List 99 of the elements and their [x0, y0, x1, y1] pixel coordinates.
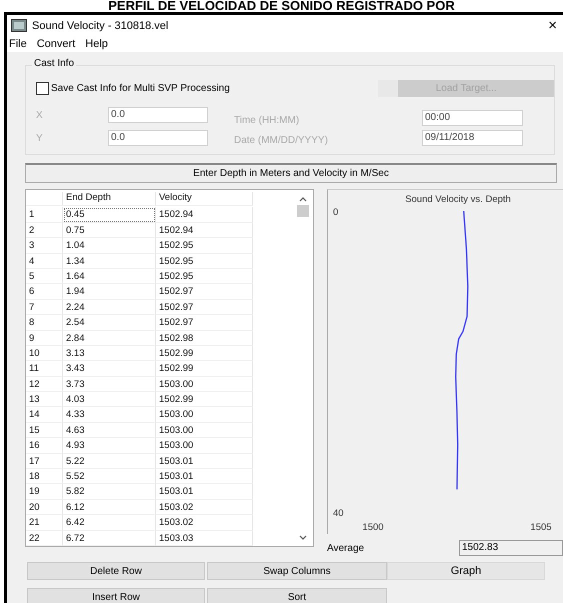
- row-number: 1: [26, 207, 63, 223]
- row-number: 11: [26, 361, 63, 377]
- window-title: Sound Velocity - 310818.vel: [32, 20, 170, 32]
- row-number: 21: [26, 515, 63, 531]
- field-label: Time (HH:MM): [234, 115, 300, 126]
- table-cell[interactable]: 1502.95: [156, 268, 253, 284]
- table-cell[interactable]: 6.42: [63, 515, 156, 531]
- table-cell[interactable]: 1503.01: [156, 454, 253, 470]
- scroll-down-icon[interactable]: [298, 534, 308, 542]
- table-cell[interactable]: 6.72: [63, 530, 156, 546]
- scroll-up-icon[interactable]: [298, 195, 308, 203]
- table-cell[interactable]: 2.24: [63, 300, 156, 316]
- table-cell[interactable]: 3.43: [63, 361, 156, 377]
- menu-item[interactable]: Help: [85, 38, 108, 50]
- row-number: 2: [26, 222, 63, 238]
- action-button[interactable]: Sort: [207, 588, 387, 603]
- row-number: 18: [26, 469, 63, 484]
- row-number: 9: [26, 330, 63, 346]
- page-heading: PERFIL DE VELOCIDAD DE SONIDO REGISTRADO POR: [107, 0, 456, 12]
- row-number: 15: [26, 422, 63, 438]
- table-cell[interactable]: 1502.99: [156, 361, 253, 377]
- row-number: 13: [26, 392, 63, 408]
- axis-label: 0: [333, 207, 338, 218]
- average-label: Average: [327, 542, 364, 554]
- table-cell[interactable]: 6.12: [63, 500, 156, 516]
- group-title: Cast Info: [32, 58, 76, 69]
- table-cell[interactable]: 5.22: [63, 454, 156, 470]
- table-cell[interactable]: 1503.00: [156, 407, 253, 423]
- row-number: 22: [26, 530, 63, 546]
- table-cell[interactable]: 2.54: [63, 315, 156, 331]
- table-cell[interactable]: 1503.00: [156, 438, 253, 454]
- row-number: 6: [26, 284, 63, 300]
- action-button[interactable]: Delete Row: [27, 562, 205, 580]
- instruction-bar: Enter Depth in Meters and Velocity in M/Sec: [25, 163, 557, 183]
- table-cell[interactable]: 1.34: [63, 254, 156, 269]
- table-cell[interactable]: 1502.97: [156, 315, 253, 331]
- table-cell[interactable]: 1503.00: [156, 422, 253, 438]
- table-cell[interactable]: 1502.94: [156, 207, 253, 223]
- checkbox[interactable]: [36, 82, 49, 95]
- action-button[interactable]: Insert Row: [27, 588, 205, 603]
- table-cell[interactable]: 1502.98: [156, 330, 253, 346]
- menu-item[interactable]: Convert: [36, 38, 76, 50]
- app-icon: [11, 19, 27, 32]
- average-field[interactable]: 1502.83: [459, 540, 563, 556]
- table-cell[interactable]: 1502.95: [156, 238, 253, 254]
- table-cell[interactable]: 4.33: [63, 407, 156, 423]
- chart-title: Sound Velocity vs. Depth: [405, 194, 511, 205]
- field-label: Date (MM/DD/YYYY): [234, 135, 329, 146]
- column-header: End Depth: [63, 192, 156, 206]
- field-label: X: [36, 110, 44, 120]
- scrollbar-thumb[interactable]: [297, 205, 309, 217]
- field-label: Y: [36, 132, 44, 144]
- table-cell[interactable]: 1503.01: [156, 469, 253, 484]
- table-cell[interactable]: 4.93: [63, 438, 156, 454]
- menu-item[interactable]: File: [9, 38, 27, 50]
- table-cell[interactable]: 0.75: [63, 222, 156, 238]
- axis-label: 1500: [362, 522, 384, 533]
- row-number: 17: [26, 454, 63, 470]
- table-cell[interactable]: 5.82: [63, 484, 156, 500]
- row-number: 19: [26, 484, 63, 500]
- corner-cell: [26, 192, 63, 206]
- table-cell[interactable]: 1502.99: [156, 346, 253, 362]
- row-number: 10: [26, 346, 63, 362]
- row-number: 12: [26, 376, 63, 392]
- action-button[interactable]: Swap Columns: [207, 562, 387, 580]
- row-number: 20: [26, 500, 63, 516]
- table-cell[interactable]: 1503.02: [156, 500, 253, 516]
- table-cell[interactable]: 1502.97: [156, 300, 253, 316]
- table-cell[interactable]: 3.13: [63, 346, 156, 362]
- axis-label: 1505: [530, 522, 552, 533]
- table-cell[interactable]: 1503.03: [156, 530, 253, 546]
- table-cell[interactable]: 1503.01: [156, 484, 253, 500]
- table-cell[interactable]: 1503.02: [156, 515, 253, 531]
- table-cell[interactable]: 0.45: [63, 207, 156, 223]
- table-cell[interactable]: 1502.94: [156, 222, 253, 238]
- row-number: 14: [26, 407, 63, 423]
- table-cell[interactable]: 4.03: [63, 392, 156, 408]
- table-cell[interactable]: 1.64: [63, 268, 156, 284]
- row-number: 7: [26, 300, 63, 316]
- checkbox-label: Save Cast Info for Multi SVP Processing: [51, 83, 230, 94]
- table-cell[interactable]: 1.04: [63, 238, 156, 254]
- row-number: 5: [26, 268, 63, 284]
- row-number: 8: [26, 315, 63, 331]
- table-cell[interactable]: 1502.99: [156, 392, 253, 408]
- table-cell[interactable]: 2.84: [63, 330, 156, 346]
- table-cell[interactable]: 4.63: [63, 422, 156, 438]
- table-cell[interactable]: 1502.97: [156, 284, 253, 300]
- table-cell[interactable]: 3.73: [63, 376, 156, 392]
- row-number: 3: [26, 238, 63, 254]
- table-cell[interactable]: 5.52: [63, 469, 156, 484]
- table-cell[interactable]: 1503.00: [156, 376, 253, 392]
- row-number: 16: [26, 438, 63, 454]
- column-header: Velocity: [156, 192, 253, 206]
- close-button[interactable]: ×: [548, 17, 563, 34]
- axis-label: 40: [333, 508, 344, 519]
- row-number: 4: [26, 254, 63, 269]
- table-cell[interactable]: 1.94: [63, 284, 156, 300]
- action-button[interactable]: Graph: [387, 562, 545, 580]
- table-cell[interactable]: 1502.95: [156, 254, 253, 269]
